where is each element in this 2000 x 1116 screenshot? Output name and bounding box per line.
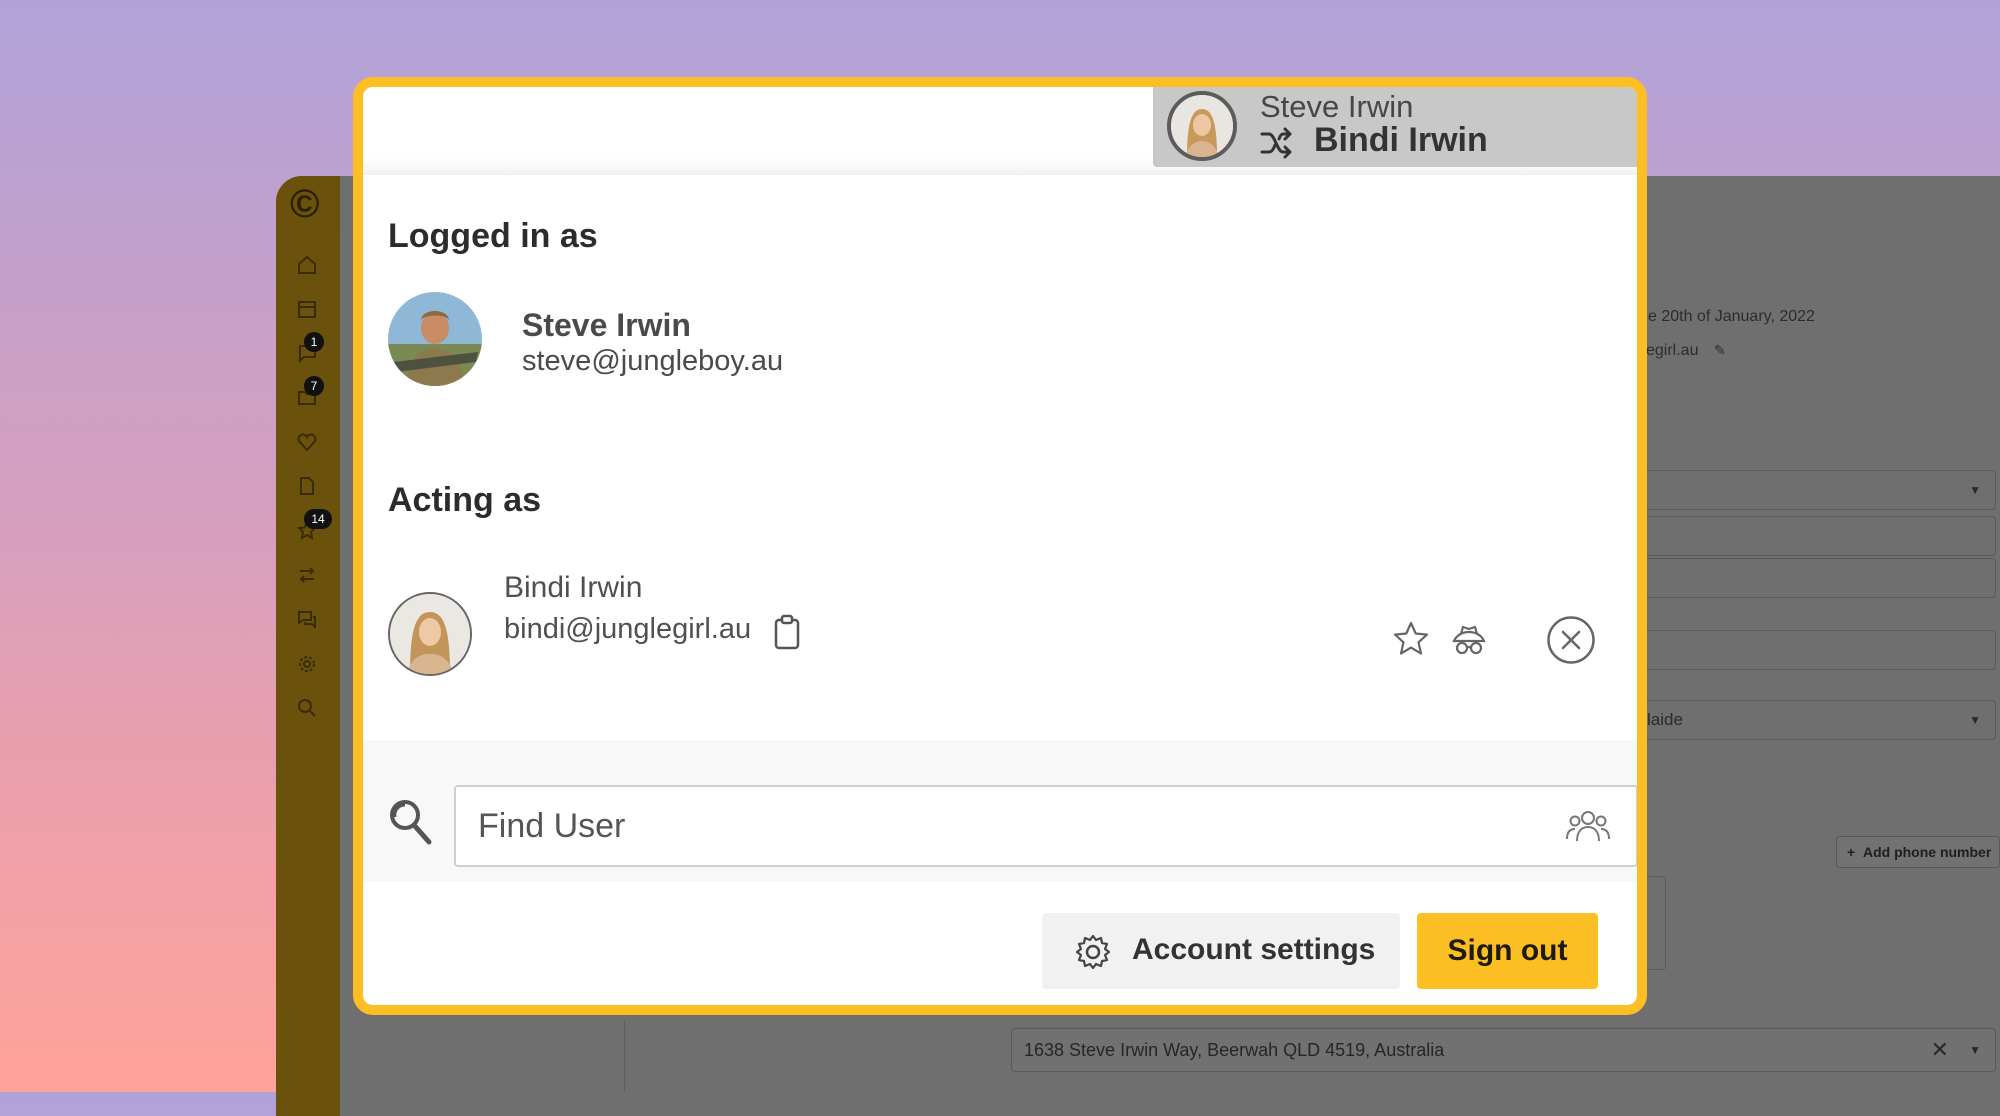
pill-acting-name: Bindi Irwin [1314,121,1488,159]
member-since-text: e 20th of January, 2022 [1648,308,1815,325]
bg-text-field[interactable] [1636,516,1996,556]
add-phone-button[interactable]: + Add phone number [1836,836,2000,868]
logged-in-email: steve@jungleboy.au [522,345,784,377]
find-user-input[interactable] [456,787,1526,865]
address-field[interactable]: 1638 Steve Irwin Way, Beerwah QLD 4519, … [1011,1028,1996,1072]
chevron-down-icon: ▼ [1969,713,1981,727]
add-phone-label: Add phone number [1862,844,1992,860]
app-logo: © [290,182,320,226]
bg-text-field[interactable] [1636,630,1996,670]
chevron-down-icon: ▼ [1969,483,1981,497]
favorite-star-icon[interactable] [1391,619,1431,659]
heart-icon[interactable] [296,431,318,453]
home-icon[interactable] [296,254,318,276]
users-icon[interactable] [1566,807,1610,845]
settings-icon[interactable] [296,653,318,675]
account-settings-label: Account settings [1132,933,1376,966]
profile-email-text: egirl.au [1646,342,1699,359]
copy-clipboard-icon[interactable] [773,614,801,650]
document-icon[interactable] [296,475,318,497]
sign-out-button[interactable]: Sign out [1417,913,1598,989]
address-value: 1638 Steve Irwin Way, Beerwah QLD 4519, … [1024,1040,1445,1060]
swap-icon[interactable] [296,564,318,586]
timezone-value: laide [1647,710,1683,729]
user-search-icon [387,797,435,847]
nav-badge: 1 [304,332,324,352]
find-user-field[interactable] [454,785,1637,867]
logged-in-name: Steve Irwin [522,307,691,343]
popup-header: Steve Irwin Bindi Irwin [363,87,1637,175]
bg-divider [624,1020,625,1092]
gear-icon [1074,933,1112,971]
account-settings-button[interactable]: Account settings [1042,913,1400,989]
app-sidebar: © 1 7 14 [276,176,340,1116]
nav-badge: 7 [304,376,324,396]
user-switcher-popup: Steve Irwin Bindi Irwin Logged in as Ste… [353,77,1647,1015]
acting-as-name: Bindi Irwin [504,571,643,604]
shuffle-icon [1259,125,1295,161]
edit-pencil-icon[interactable]: ✎ [1714,342,1726,359]
acting-as-heading: Acting as [388,481,542,519]
nav-badge: 14 [304,509,332,529]
timezone-select[interactable]: laide ▼ [1636,700,1996,740]
impersonation-pill[interactable]: Steve Irwin Bindi Irwin [1153,87,1637,167]
logged-in-avatar [388,292,482,386]
search-icon[interactable] [296,697,318,719]
bg-text-field[interactable] [1636,558,1996,598]
acting-user-avatar [1167,91,1237,161]
logged-in-heading: Logged in as [388,217,598,255]
bg-select-field[interactable]: ▼ [1636,470,1996,510]
messages-icon[interactable] [296,608,318,630]
find-user-section [363,740,1637,882]
clear-icon[interactable]: ✕ [1931,1029,1949,1071]
pill-logged-in-name: Steve Irwin [1260,89,1414,124]
incognito-icon[interactable] [1449,619,1489,659]
chevron-down-icon[interactable]: ▼ [1969,1029,1981,1071]
acting-as-email: bindi@junglegirl.au [504,613,752,645]
plus-icon: + [1847,844,1863,860]
calendar-icon[interactable] [296,298,318,320]
acting-as-avatar [388,592,472,676]
stop-acting-close-icon[interactable] [1546,615,1596,665]
